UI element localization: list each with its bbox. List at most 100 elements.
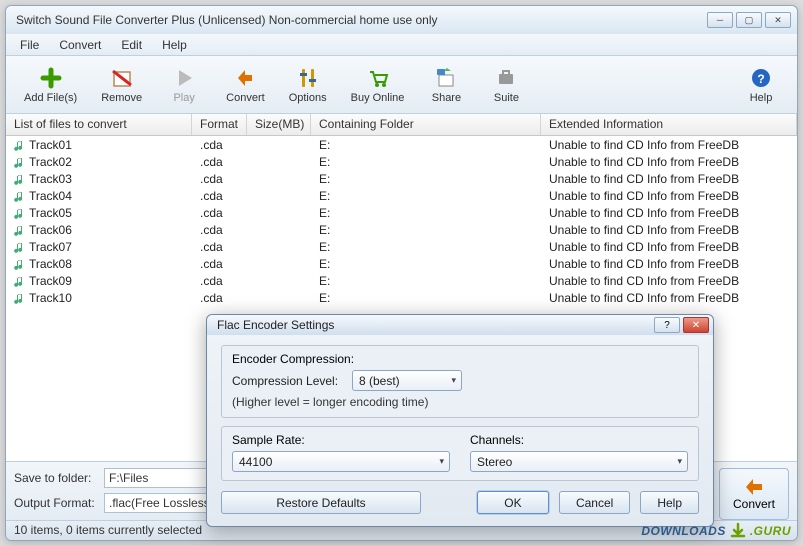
channels-combo[interactable]: Stereo [470,451,688,472]
file-format: .cda [192,172,247,186]
file-name: Track01 [29,138,72,152]
menu-convert[interactable]: Convert [49,35,111,55]
options-button[interactable]: Options [277,62,339,108]
menu-edit[interactable]: Edit [111,35,152,55]
music-note-icon [14,224,26,236]
output-format-label: Output Format: [14,496,104,510]
file-row[interactable]: Track01.cdaE:Unable to find CD Info from… [6,136,797,153]
flac-encoder-dialog: Flac Encoder Settings ? ✕ Encoder Compre… [206,314,714,527]
share-icon [434,66,458,90]
file-name: Track10 [29,291,72,305]
sample-rate-label: Sample Rate: [232,433,450,447]
file-row[interactable]: Track03 .cda E:Unable to find CD Info from… [6,170,797,187]
encoder-compression-group: Encoder Compression: Compression Level: … [221,345,699,418]
buy-online-button[interactable]: Buy Online [339,62,417,108]
file-row[interactable]: Track04 .cda E:Unable to find CD Info from… [6,187,797,204]
file-folder: E: [311,206,541,220]
file-extended-info: Unable to find CD Info from FreeDB [541,291,797,305]
encoder-compression-heading: Encoder Compression: [232,352,688,366]
file-row[interactable]: Track08.cdaE:Unable to find CD Info from… [6,255,797,272]
menu-help[interactable]: Help [152,35,197,55]
minimize-button[interactable]: ─ [707,12,733,28]
column-folder[interactable]: Containing Folder [311,114,541,135]
file-folder: E: [311,291,541,305]
file-format: .cda [192,155,247,169]
suite-icon [494,66,518,90]
file-folder: E: [311,223,541,237]
column-extended[interactable]: Extended Information [541,114,797,135]
svg-text:?: ? [757,72,764,86]
channels-label: Channels: [470,433,688,447]
menubar: File Convert Edit Help [6,34,797,56]
dialog-close-button[interactable]: ✕ [683,317,709,333]
download-icon [729,522,747,540]
file-extended-info: Unable to find CD Info from FreeDB [541,138,797,152]
file-folder: E: [311,172,541,186]
file-extended-info: Unable to find CD Info from FreeDB [541,223,797,237]
list-header: List of files to convert Format Size(MB)… [6,114,797,136]
file-row[interactable]: Track02 .cda E:Unable to find CD Info from… [6,153,797,170]
music-note-icon [14,258,26,270]
maximize-button[interactable]: ▢ [736,12,762,28]
restore-defaults-button[interactable]: Restore Defaults [221,491,421,514]
file-row[interactable]: Track09.cdaE:Unable to find CD Info from… [6,272,797,289]
file-name: Track08 [29,257,72,271]
remove-icon [110,66,134,90]
column-filename[interactable]: List of files to convert [6,114,192,135]
file-folder: E: [311,189,541,203]
file-folder: E: [311,257,541,271]
play-icon [172,66,196,90]
file-name: Track07 [29,240,72,254]
dialog-help-footer-button[interactable]: Help [640,491,699,514]
file-name: Track03 [29,172,72,186]
file-row[interactable]: Track10 .cda E:Unable to find CD Info from… [6,289,797,306]
compression-level-label: Compression Level: [232,374,352,388]
remove-button[interactable]: Remove [89,62,154,108]
music-note-icon [14,139,26,151]
music-note-icon [14,207,26,219]
file-extended-info: Unable to find CD Info from FreeDB [541,189,797,203]
music-note-icon [14,156,26,168]
file-format: .cda [192,257,247,271]
file-format: .cda [192,206,247,220]
column-size[interactable]: Size(MB) [247,114,311,135]
help-button[interactable]: ? Help [731,62,791,108]
file-folder: E: [311,155,541,169]
file-extended-info: Unable to find CD Info from FreeDB [541,240,797,254]
dialog-help-button[interactable]: ? [654,317,680,333]
dialog-titlebar: Flac Encoder Settings ? ✕ [207,315,713,335]
file-name: Track04 [29,189,72,203]
file-extended-info: Unable to find CD Info from FreeDB [541,155,797,169]
music-note-icon [14,275,26,287]
file-format: .cda [192,291,247,305]
close-button[interactable]: ✕ [765,12,791,28]
file-format: .cda [192,240,247,254]
file-format: .cda [192,189,247,203]
convert-button[interactable]: Convert [214,62,277,108]
file-extended-info: Unable to find CD Info from FreeDB [541,172,797,186]
file-row[interactable]: Track06.cdaE:Unable to find CD Info from… [6,221,797,238]
convert-icon [233,66,257,90]
file-row[interactable]: Track05.cdaE:Unable to find CD Info from… [6,204,797,221]
convert-main-button[interactable]: Convert [719,468,789,520]
add-files-button[interactable]: Add File(s) [12,62,89,108]
menu-file[interactable]: File [10,35,49,55]
file-folder: E: [311,240,541,254]
play-button[interactable]: Play [154,62,214,108]
audio-settings-group: Sample Rate: 44100 Channels: Stereo [221,426,699,481]
share-button[interactable]: Share [416,62,476,108]
column-format[interactable]: Format [192,114,247,135]
suite-button[interactable]: Suite [476,62,536,108]
sample-rate-combo[interactable]: 44100 [232,451,450,472]
file-row[interactable]: Track07 .cda E:Unable to find CD Info from… [6,238,797,255]
music-note-icon [14,173,26,185]
options-icon [296,66,320,90]
file-name: Track09 [29,274,72,288]
plus-icon [39,66,63,90]
compression-level-combo[interactable]: 8 (best) [352,370,462,391]
file-folder: E: [311,138,541,152]
file-name: Track02 [29,155,72,169]
cancel-button[interactable]: Cancel [559,491,630,514]
music-note-icon [14,241,26,253]
ok-button[interactable]: OK [477,491,549,514]
